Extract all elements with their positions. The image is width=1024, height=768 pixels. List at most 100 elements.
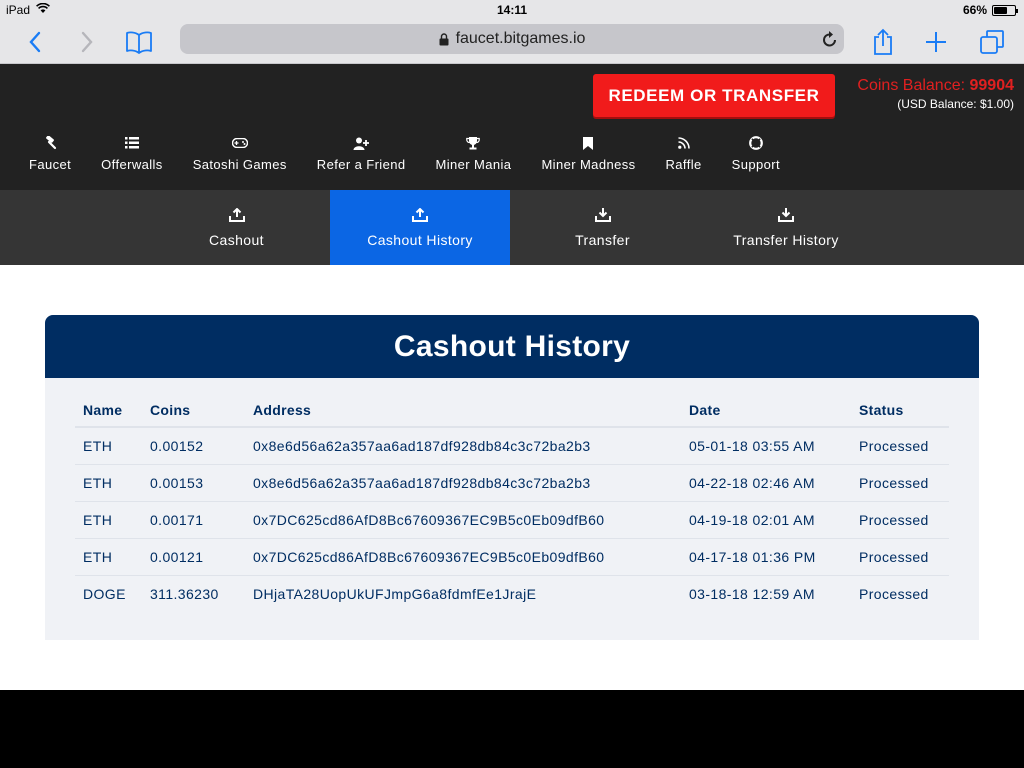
battery-icon [992,4,1018,16]
tab-label: Cashout [209,232,264,248]
forward-icon[interactable] [70,25,104,59]
list-icon [124,135,139,151]
gavel-icon [43,135,57,151]
cell-date: 05-01-18 03:55 AM [681,427,851,465]
cell-date: 04-17-18 01:36 PM [681,538,851,576]
cell-name: ETH [75,427,142,465]
cell-status: Processed [851,427,949,465]
reload-icon[interactable] [822,30,838,48]
usd-balance: (USD Balance: $1.00) [897,97,1014,111]
page-bottom-area [0,690,1024,768]
nav-item-miner-mania[interactable]: Miner Mania [421,135,527,175]
bookmarks-icon[interactable] [122,25,156,59]
tab-cashout-history[interactable]: Cashout History [330,190,510,270]
tab-cashout[interactable]: Cashout [164,190,309,265]
nav-item-faucet[interactable]: Faucet [14,135,86,175]
cell-name: ETH [75,464,142,502]
nav-item-refer-a-friend[interactable]: Refer a Friend [302,135,421,175]
cell-name: DOGE [83,585,126,602]
column-header-address: Address [245,393,681,428]
nav-label: Satoshi Games [192,157,287,172]
cell-address: DHjaTA28UopUkUFJmpG6a8fdmfEe1JrajE [253,585,537,602]
cell-coins: 311.36230 [150,585,219,602]
nav-label: Miner Mania [435,157,512,172]
nav-item-raffle[interactable]: Raffle [651,135,717,175]
tab-label: Cashout History [367,232,473,248]
column-header-date: Date [681,393,851,428]
upload-icon [228,207,245,223]
site-header: REDEEM OR TRANSFER Coins Balance: 99904 … [0,64,1024,190]
cashout-subnav: Cashout Cashout History Transfer Transfe… [0,190,1024,270]
nav-label: Miner Madness [541,157,636,172]
address-bar[interactable]: faucet.bitgames.io [180,24,844,54]
table-row: ETH 0.00121 0x7DC625cd86AfD8Bc67609367EC… [75,538,949,576]
cell-name: ETH [75,501,142,539]
cell-coins: 0.00171 [142,501,245,539]
url-text: faucet.bitgames.io [455,30,586,47]
nav-label: Offerwalls [101,157,163,172]
back-icon[interactable] [18,25,52,59]
table-row: ETH 0.00171 0x7DC625cd86AfD8Bc67609367EC… [75,501,949,539]
tab-transfer-history[interactable]: Transfer History [700,190,872,265]
tabs-icon[interactable] [975,25,1009,59]
cell-date: 04-22-18 02:46 AM [681,464,851,502]
cell-status: Processed [859,585,929,602]
cell-coins: 0.00152 [142,427,245,465]
download-icon [594,207,611,223]
user-plus-icon [353,135,370,151]
cell-address: 0x7DC625cd86AfD8Bc67609367EC9B5c0Eb09dfB… [245,538,681,576]
new-tab-icon[interactable] [919,25,953,59]
coins-balance-value: 99904 [969,77,1015,94]
share-icon[interactable] [866,25,900,59]
main-nav: Faucet Offerwalls Satoshi Games Refer a … [14,135,795,175]
main-content: Cashout History Name Coins Address Date … [0,265,1024,690]
nav-label: Refer a Friend [316,157,406,172]
cell-status: Processed [851,501,949,539]
rss-icon [677,135,690,151]
cashout-history-card: Cashout History Name Coins Address Date … [45,315,979,640]
redeem-or-transfer-button[interactable]: REDEEM OR TRANSFER [593,74,835,117]
table-row: ETH 0.00153 0x8e6d56a62a357aa6ad187df928… [75,464,949,502]
life-ring-icon [748,135,763,151]
column-header-status: Status [851,393,949,428]
cashout-history-table: Name Coins Address Date Status ETH 0.001… [75,393,949,612]
cell-address: 0x7DC625cd86AfD8Bc67609367EC9B5c0Eb09dfB… [245,501,681,539]
status-bar: iPad 14:11 66% [0,0,1024,20]
coins-balance-label: Coins Balance: [857,77,966,94]
cell-name: ETH [75,538,142,576]
column-header-coins: Coins [142,393,245,428]
bookmark-icon [583,135,594,151]
cell-status: Processed [851,538,949,576]
balance-panel: Coins Balance: 99904 (USD Balance: $1.00… [857,77,1014,111]
nav-item-offerwalls[interactable]: Offerwalls [86,135,178,175]
battery-percent: 66% [962,3,987,17]
cell-coins: 0.00121 [142,538,245,576]
tab-label: Transfer History [733,232,839,248]
trophy-icon [466,135,481,151]
tab-transfer[interactable]: Transfer [530,190,675,265]
nav-label: Faucet [29,157,72,172]
browser-toolbar: faucet.bitgames.io [0,20,1024,64]
cell-date: 04-19-18 02:01 AM [681,501,851,539]
nav-label: Support [731,157,780,172]
nav-item-miner-madness[interactable]: Miner Madness [526,135,650,175]
nav-item-satoshi-games[interactable]: Satoshi Games [178,135,302,175]
cell-status: Processed [851,464,949,502]
gamepad-icon [231,135,248,151]
download-icon [778,207,794,223]
table-row: DOGE 311.36230 DHjaTA28UopUkUFJmpG6a8fdm… [75,575,949,612]
table-header-row: Name Coins Address Date Status [75,393,949,428]
nav-item-support[interactable]: Support [717,135,795,175]
upload-icon [412,207,428,223]
cell-address: 0x8e6d56a62a357aa6ad187df928db84c3c72ba2… [245,427,681,465]
lock-icon [439,32,449,46]
cell-coins: 0.00153 [142,464,245,502]
coins-balance: Coins Balance: 99904 [857,77,1014,95]
column-header-name: Name [75,393,142,428]
cell-address: 0x8e6d56a62a357aa6ad187df928db84c3c72ba2… [245,464,681,502]
table-row: ETH 0.00152 0x8e6d56a62a357aa6ad187df928… [75,427,949,465]
nav-label: Raffle [665,157,702,172]
clock: 14:11 [496,3,528,17]
cell-date: 03-18-18 12:59 AM [689,585,815,602]
card-title: Cashout History [45,315,979,378]
